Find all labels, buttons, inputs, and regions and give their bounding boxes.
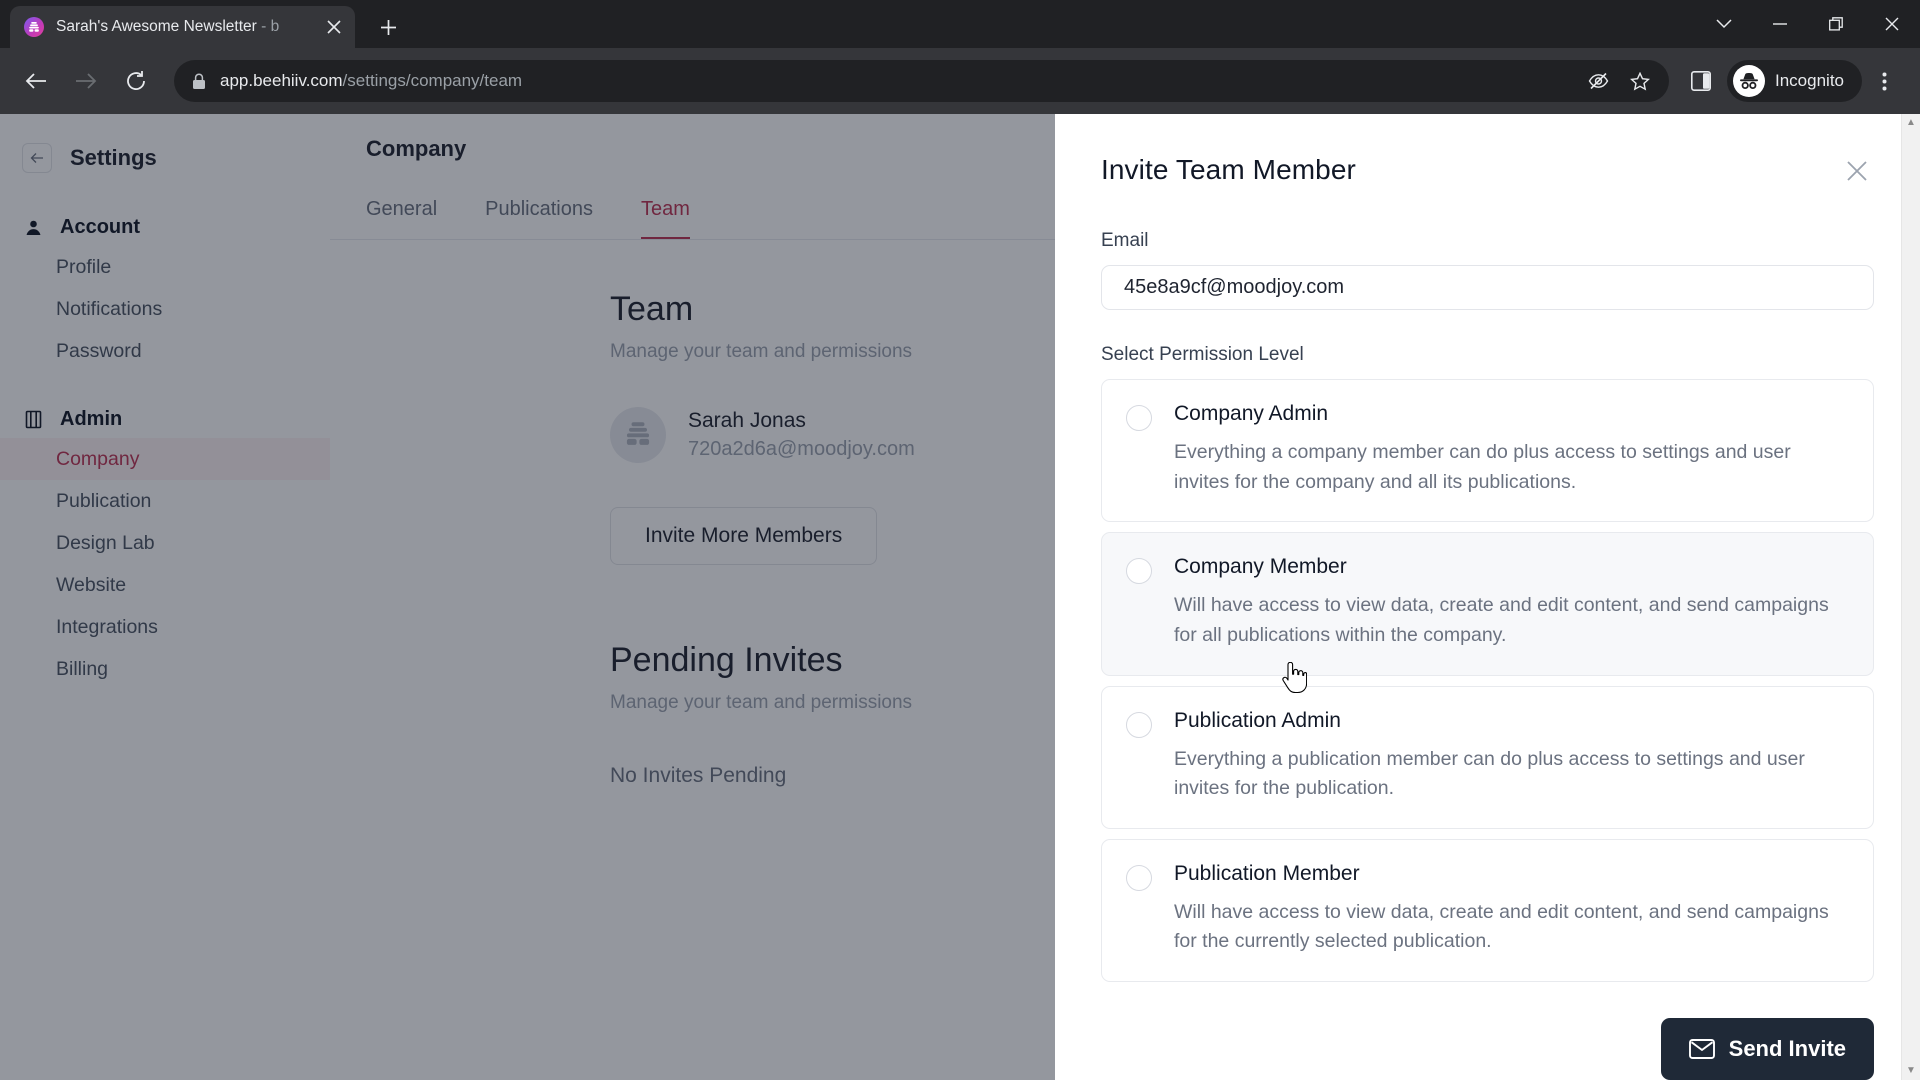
incognito-icon	[1733, 65, 1765, 97]
email-field[interactable]	[1101, 265, 1874, 310]
radio-icon[interactable]	[1126, 558, 1152, 585]
option-description: Everything a company member can do plus …	[1174, 441, 1791, 493]
incognito-label: Incognito	[1775, 71, 1844, 90]
browser-tab[interactable]: Sarah's Awesome Newsletter - b	[10, 6, 355, 48]
omnibox-actions	[1579, 62, 1659, 100]
send-invite-label: Send Invite	[1728, 1036, 1846, 1061]
permission-option-publication-member[interactable]: Publication Member Will have access to v…	[1101, 838, 1874, 982]
option-name: Publication Member	[1174, 861, 1360, 885]
side-panel-icon[interactable]	[1679, 59, 1723, 103]
option-name: Company Member	[1174, 555, 1347, 579]
url-text: app.beehiiv.com/settings/company/team	[220, 71, 523, 90]
radio-icon[interactable]	[1126, 405, 1152, 431]
window-controls	[1696, 0, 1920, 48]
option-name: Publication Admin	[1174, 708, 1341, 732]
star-icon[interactable]	[1621, 62, 1659, 100]
minimize-button[interactable]	[1752, 0, 1808, 48]
drawer-header: Invite Team Member	[1101, 154, 1874, 188]
reload-button[interactable]	[114, 59, 158, 103]
tab-search-icon[interactable]	[1696, 0, 1752, 48]
drawer-footer: Send Invite	[1101, 1018, 1874, 1080]
option-name: Company Admin	[1174, 402, 1329, 425]
email-label: Email	[1101, 230, 1149, 251]
option-text: Publication Admin Everything a publicati…	[1174, 709, 1849, 804]
beehiiv-logo-icon	[24, 17, 44, 37]
scroll-down-arrow[interactable]: ▼	[1906, 1062, 1916, 1080]
lock-icon	[192, 73, 206, 90]
page-viewport: Settings Account Profile Notifications P…	[0, 114, 1920, 1080]
maximize-button[interactable]	[1808, 0, 1864, 48]
browser-menu-icon[interactable]	[1862, 59, 1906, 103]
tab-close-icon[interactable]	[321, 14, 347, 40]
option-text: Publication Member Will have access to v…	[1174, 862, 1849, 957]
browser-toolbar: app.beehiiv.com/settings/company/team In…	[0, 48, 1920, 114]
page-scrollbar[interactable]: ▲ ▼	[1901, 114, 1920, 1080]
envelope-icon	[1688, 1039, 1715, 1059]
option-description: Will have access to view data, create an…	[1174, 900, 1829, 953]
eye-off-icon[interactable]	[1579, 62, 1617, 100]
tab-title: Sarah's Awesome Newsletter - b	[56, 18, 280, 35]
close-icon[interactable]	[1840, 154, 1874, 188]
tab-strip: Sarah's Awesome Newsletter - b	[0, 0, 1920, 48]
forward-button[interactable]	[64, 59, 108, 103]
option-text: Company Member Will have access to view …	[1174, 555, 1849, 650]
send-invite-button[interactable]: Send Invite	[1660, 1018, 1874, 1080]
permission-level-label: Select Permission Level	[1101, 344, 1304, 365]
radio-icon[interactable]	[1126, 864, 1152, 891]
option-text: Company Admin Everything a company membe…	[1174, 402, 1849, 497]
incognito-profile-chip[interactable]: Incognito	[1727, 60, 1862, 102]
permission-option-company-admin[interactable]: Company Admin Everything a company membe…	[1101, 379, 1874, 523]
new-tab-button[interactable]	[369, 8, 407, 46]
close-window-button[interactable]	[1864, 0, 1920, 48]
back-button[interactable]	[14, 59, 58, 103]
drawer-title: Invite Team Member	[1101, 154, 1356, 185]
permission-option-company-member[interactable]: Company Member Will have access to view …	[1101, 532, 1874, 676]
browser-window: Sarah's Awesome Newsletter - b app.beehi…	[0, 0, 1920, 1080]
invite-team-member-drawer: Invite Team Member Email /*placeholder s…	[1055, 114, 1920, 1080]
option-description: Everything a publication member can do p…	[1174, 747, 1805, 800]
permission-option-publication-admin[interactable]: Publication Admin Everything a publicati…	[1101, 685, 1874, 829]
radio-icon[interactable]	[1126, 711, 1152, 738]
option-description: Will have access to view data, create an…	[1174, 594, 1829, 646]
address-bar[interactable]: app.beehiiv.com/settings/company/team	[174, 60, 1669, 102]
scroll-up-arrow[interactable]: ▲	[1906, 114, 1916, 132]
